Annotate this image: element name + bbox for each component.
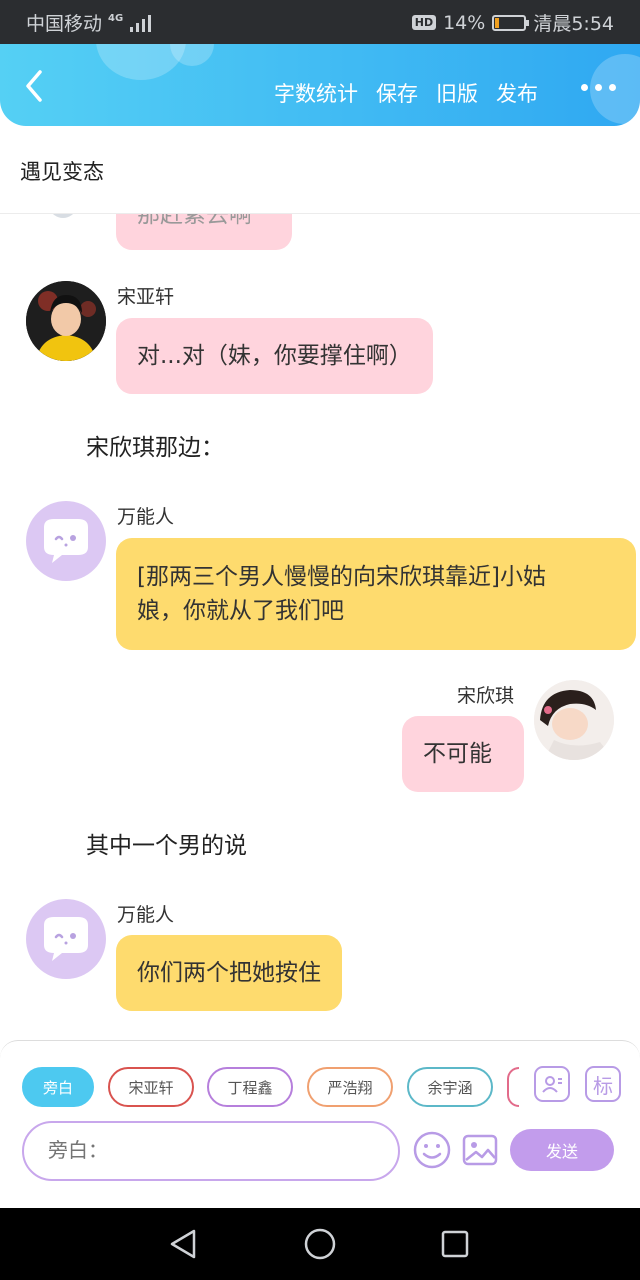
emoji-icon[interactable]: [412, 1130, 452, 1170]
word-count-button[interactable]: 字数统计: [274, 78, 358, 108]
contact-card-glyph: [542, 1076, 562, 1093]
network-type: 4G: [108, 13, 124, 24]
chip-label: 宋亚轩: [128, 1078, 174, 1097]
image-icon[interactable]: [462, 1132, 498, 1168]
message-bubble[interactable]: 你们两个把她按住: [116, 935, 342, 1011]
message-text-line: 娘，你就从了我们吧: [137, 598, 344, 624]
sender-name: 宋亚轩: [117, 286, 175, 308]
system-nav-bar: [0, 1208, 640, 1280]
nav-recents-icon[interactable]: [440, 1229, 470, 1259]
chat-area[interactable]: 那赶紧去啊 宋亚轩 对...对（妹，你要撑住啊） 宋欣琪那边： 万能人 [那两三…: [0, 214, 640, 1044]
contact-card-icon[interactable]: [534, 1066, 570, 1102]
narration-text[interactable]: 其中一个男的说: [86, 826, 247, 860]
composer-panel: 旁白 宋亚轩 丁程鑫 严浩翔 余宇涵 标 旁白： 发送: [0, 1040, 640, 1181]
battery-fill: [495, 17, 500, 28]
role-chip-ding-chengxin[interactable]: 丁程鑫: [207, 1067, 293, 1107]
chip-label: 旁白: [42, 1078, 73, 1097]
tag-label: 标: [593, 1073, 613, 1098]
message-text: 不可能: [423, 741, 492, 767]
header-actions: 字数统计 保存 旧版 发布: [274, 78, 538, 108]
sender-name: 万能人: [117, 904, 175, 926]
sender-name: 万能人: [117, 506, 175, 528]
message-bubble[interactable]: 对...对（妹，你要撑住啊）: [116, 318, 433, 394]
chip-label: 丁程鑫: [227, 1078, 273, 1097]
avatar: [40, 214, 86, 218]
message-text-line: [那两三个男人慢慢的向宋欣琪靠近]小姑: [137, 564, 546, 590]
top-header: 字数统计 保存 旧版 发布: [0, 44, 640, 126]
message-text: 你们两个把她按住: [137, 960, 321, 986]
hd-badge: HD: [411, 15, 437, 30]
status-left: 中国移动 4G: [26, 9, 153, 36]
send-label: 发送: [545, 1142, 578, 1161]
clock: 清晨5:54: [533, 13, 614, 35]
avatar-photo: [26, 281, 106, 361]
role-chip-narration[interactable]: 旁白: [22, 1067, 94, 1107]
role-chip-song-yaxuan[interactable]: 宋亚轩: [108, 1067, 194, 1107]
avatar-song-xinqi[interactable]: [534, 680, 614, 760]
back-arrow-icon[interactable]: [20, 68, 52, 104]
more-icon[interactable]: [581, 84, 616, 91]
nav-back-icon[interactable]: [168, 1228, 198, 1260]
save-button[interactable]: 保存: [376, 78, 418, 108]
chip-label: 余宇涵: [427, 1078, 473, 1097]
send-button[interactable]: 发送: [510, 1129, 614, 1171]
sender-name: 宋欣琪: [457, 685, 515, 707]
role-chip-yan-haoxiang[interactable]: 严浩翔: [307, 1067, 393, 1107]
narration-text[interactable]: 宋欣琪那边：: [86, 428, 224, 462]
signal-icon: [130, 14, 152, 32]
message-bubble[interactable]: 那赶紧去啊: [116, 214, 292, 250]
message-text: 那赶紧去啊: [137, 214, 252, 228]
role-chip-yu-yuhan[interactable]: 余宇涵: [407, 1067, 493, 1107]
message-text: 对...对（妹，你要撑住啊）: [137, 343, 412, 369]
story-title[interactable]: 遇见变态: [20, 156, 104, 186]
publish-button[interactable]: 发布: [496, 78, 538, 108]
old-version-button[interactable]: 旧版: [436, 78, 478, 108]
role-chip-partial[interactable]: [507, 1067, 519, 1107]
battery-percent: 14%: [443, 11, 486, 34]
message-bubble[interactable]: [那两三个男人慢慢的向宋欣琪靠近]小姑 娘，你就从了我们吧: [116, 538, 636, 650]
app-root: 中国移动 4G HD 14% 清晨5:54 字数统计 保存 旧版 发布 遇见变态…: [0, 0, 640, 1280]
carrier-name: 中国移动: [26, 13, 103, 35]
nav-home-icon[interactable]: [303, 1227, 337, 1261]
status-right: HD 14% 清晨5:54: [411, 9, 614, 36]
message-bubble[interactable]: 不可能: [402, 716, 524, 792]
title-bar: 遇见变态: [0, 126, 640, 214]
chat-bot-icon: [44, 917, 88, 961]
chip-label: 严浩翔: [327, 1078, 373, 1097]
avatar-bot[interactable]: [26, 899, 106, 979]
avatar-song-yaxuan[interactable]: [26, 281, 106, 361]
tag-button[interactable]: 标: [585, 1066, 621, 1102]
avatar-photo: [534, 680, 614, 760]
message-input[interactable]: [22, 1121, 400, 1181]
status-bar: 中国移动 4G HD 14% 清晨5:54: [0, 0, 640, 44]
chat-bot-icon: [44, 519, 88, 563]
battery-icon: [492, 14, 530, 31]
avatar-bot[interactable]: [26, 501, 106, 581]
